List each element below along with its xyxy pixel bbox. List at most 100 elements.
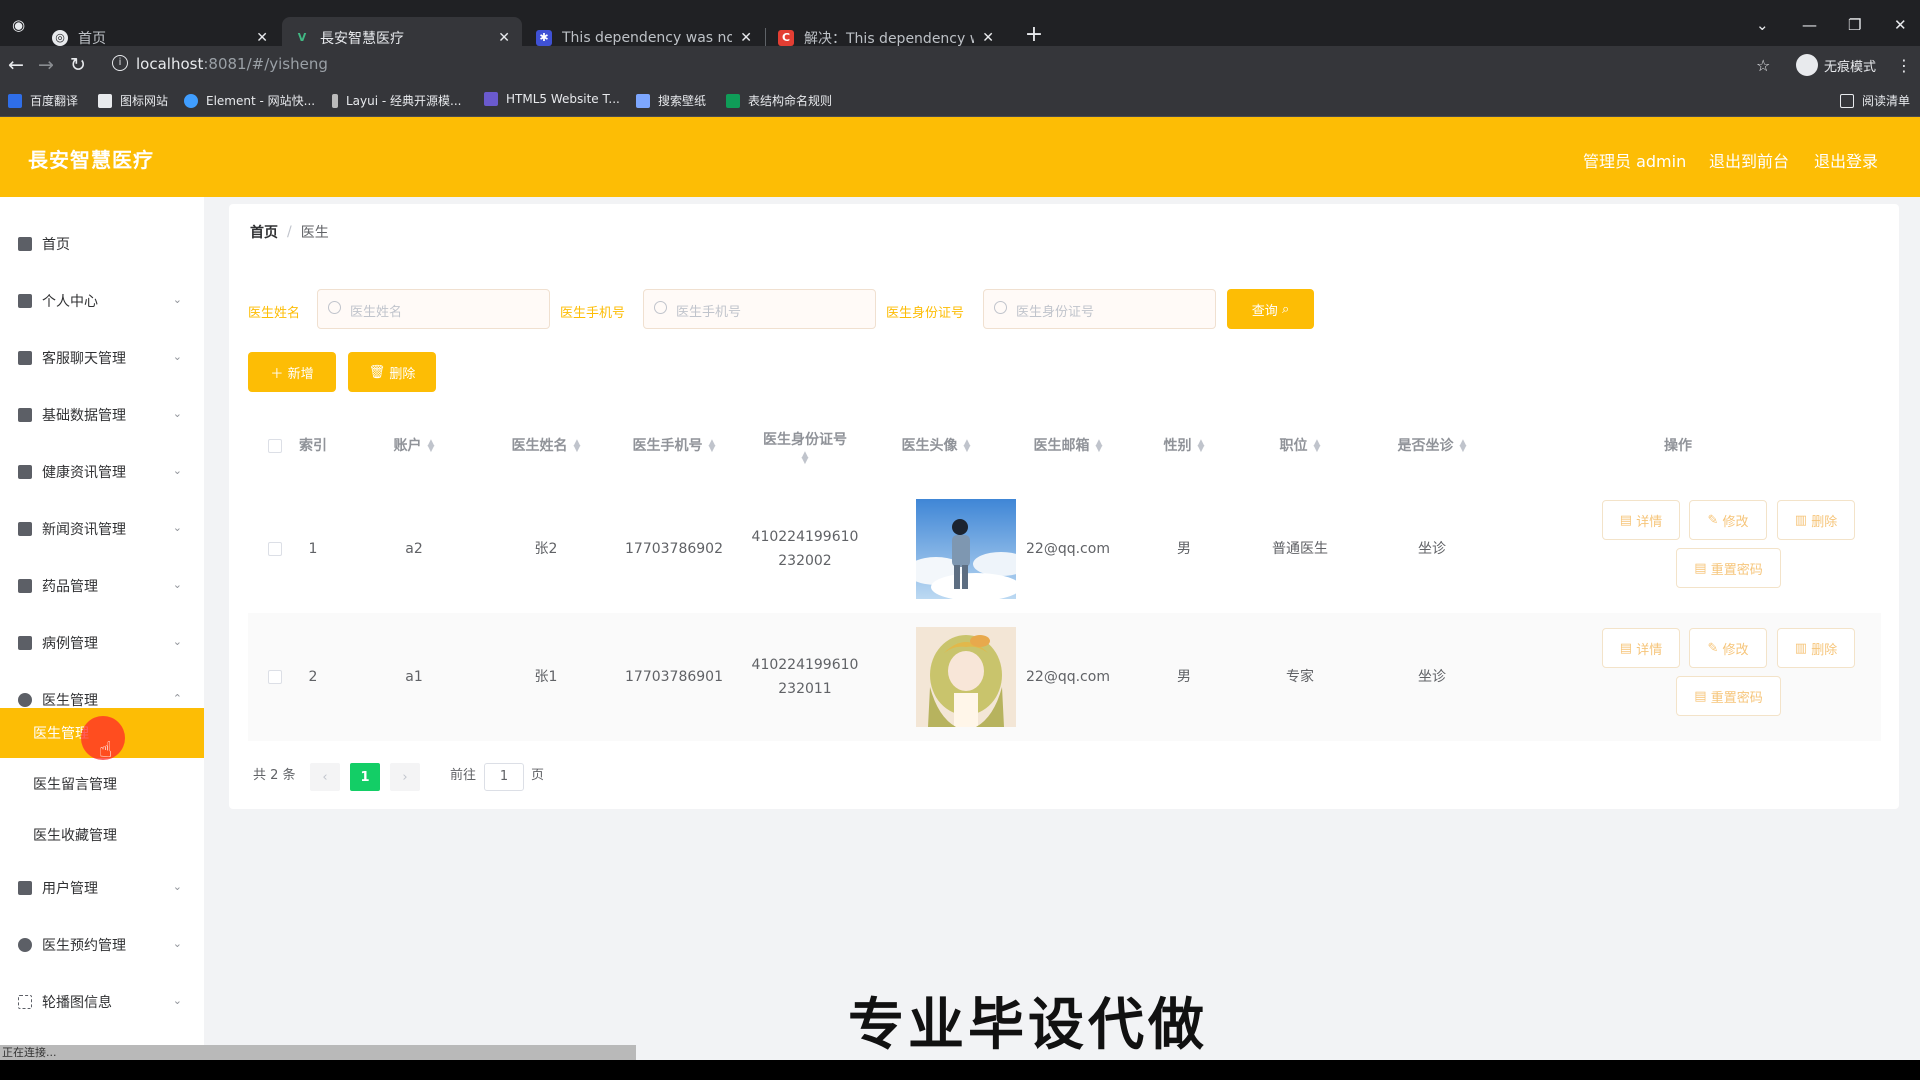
site-info-icon[interactable]: i [112,55,128,71]
edit-button[interactable]: ✎ 修改 [1689,500,1767,540]
sort-icon[interactable]: ▲ ▼ [709,439,716,454]
window-close-icon[interactable]: ✕ [1894,16,1907,34]
col-phone[interactable]: 医生手机号 ▲ ▼ [608,407,740,485]
sidebar-item-users[interactable]: 用户管理 ⌄ [0,868,204,908]
chevron-down-icon: ⌄ [172,464,182,477]
row-checkbox[interactable] [268,670,282,684]
sort-icon[interactable]: ▲ ▼ [1198,439,1205,454]
col-name[interactable]: 医生姓名 ▲ ▼ [480,407,612,485]
cell-account: a2 [405,541,423,557]
prev-page-button[interactable]: ‹ [310,763,340,791]
sidebar-item-carousel[interactable]: 轮播图信息 ⌄ [0,982,204,1022]
chevron-down-icon: ⌄ [172,880,182,893]
logout-link[interactable]: 退出登录 [1814,148,1878,172]
detail-button[interactable]: ▤ 详情 [1602,628,1680,668]
incognito-indicator[interactable]: 无痕模式 [1796,54,1876,76]
bookmark-item[interactable]: 搜索壁纸 [636,92,706,109]
more-menu-icon[interactable]: ⋮ [1896,56,1912,75]
search-id-label: 医生身份证号 [886,306,965,321]
col-gender[interactable]: 性别 ▲ ▼ [1134,407,1234,485]
breadcrumb-home[interactable]: 首页 [250,222,278,242]
table-row: 2 a1 张1 17703786901 410224199610 232011 … [248,613,1881,741]
goto-page-input[interactable]: 1 [484,763,524,791]
sort-icon[interactable]: ▲ ▼ [1460,439,1467,454]
close-icon[interactable]: ✕ [982,30,994,46]
reading-list[interactable]: 阅读清单 [1840,92,1910,109]
browser-status-bar: 正在连接... [0,1045,636,1060]
search-phone-input[interactable]: 医生手机号 [643,289,876,329]
sidebar-item-chat[interactable]: 客服聊天管理 ⌄ [0,338,204,378]
sidebar-subitem-doctor-messages[interactable]: 医生留言管理 [0,759,204,809]
query-button[interactable]: 查询 ⌕ [1227,289,1314,329]
bookmark-item[interactable]: HTML5 Website T... [484,92,620,106]
tab-search-icon[interactable]: ⌄ [1756,16,1769,34]
translate-icon [8,93,22,108]
exit-to-front-link[interactable]: 退出到前台 [1709,148,1789,172]
add-button[interactable]: ＋ 新增 [248,352,336,392]
col-idcard[interactable]: 医生身份证号 ▲ ▼ [740,407,870,485]
sidebar-item-news[interactable]: 新闻资讯管理 ⌄ [0,509,204,549]
image-icon [18,995,32,1009]
page-number-button[interactable]: 1 [350,763,380,791]
cell-onsite: 坐诊 [1418,541,1446,557]
sidebar-item-basic-data[interactable]: 基础数据管理 ⌄ [0,395,204,435]
restore-icon[interactable]: ❐ [1848,16,1861,34]
sort-icon[interactable]: ▲ ▼ [1314,439,1321,454]
sort-icon[interactable]: ▲ ▼ [428,439,435,454]
delete-button[interactable]: ▥ 删除 [1777,500,1855,540]
bookmarks-bar: 百度翻译 图标网站 Element - 网站快... Layui - 经典开源模… [0,84,1920,117]
edit-button[interactable]: ✎ 修改 [1689,628,1767,668]
reset-password-button[interactable]: ▤ 重置密码 [1676,548,1781,588]
forward-icon[interactable]: → [38,54,54,76]
edit-icon: ✎ [1707,640,1719,656]
col-position[interactable]: 职位 ▲ ▼ [1234,407,1366,485]
delete-button[interactable]: ▥ 删除 [1777,628,1855,668]
document-icon: ▤ [1694,688,1707,704]
sort-icon[interactable]: ▲ ▼ [802,451,809,466]
bookmark-item[interactable]: 图标网站 [98,92,168,109]
close-icon[interactable]: ✕ [498,30,510,46]
sort-icon[interactable]: ▲ ▼ [964,439,971,454]
close-icon[interactable]: ✕ [740,30,752,46]
bookmark-item[interactable]: 百度翻译 [8,92,78,109]
minimize-icon[interactable]: — [1802,16,1817,34]
close-icon[interactable]: ✕ [256,30,268,46]
col-account[interactable]: 账户 ▲ ▼ [348,407,480,485]
col-email[interactable]: 医生邮箱 ▲ ▼ [1002,407,1134,485]
batch-delete-button[interactable]: 🗑 删除 [348,352,436,392]
sort-icon[interactable]: ▲ ▼ [1096,439,1103,454]
chevron-down-icon: ⌄ [172,407,182,420]
sidebar-item-health-news[interactable]: 健康资讯管理 ⌄ [0,452,204,492]
col-onsite[interactable]: 是否坐诊 ▲ ▼ [1366,407,1498,485]
detail-button[interactable]: ▤ 详情 [1602,500,1680,540]
reset-password-button[interactable]: ▤ 重置密码 [1676,676,1781,716]
chevron-down-icon: ⌄ [172,994,182,1007]
bookmark-item[interactable]: Layui - 经典开源模... [332,92,461,109]
sidebar-item-medicine[interactable]: 药品管理 ⌄ [0,566,204,606]
search-id-input[interactable]: 医生身份证号 [983,289,1216,329]
sidebar-item-cases[interactable]: 病例管理 ⌄ [0,623,204,663]
next-page-button[interactable]: › [390,763,420,791]
sidebar-item-appointments[interactable]: 医生预约管理 ⌄ [0,925,204,965]
sidebar-item-home[interactable]: 首页 [0,224,204,264]
microphone-icon [18,465,32,479]
select-all-checkbox[interactable] [268,439,282,453]
col-actions: 操作 [1664,438,1692,454]
sidebar-subitem-doctor-favorites[interactable]: 医生收藏管理 [0,810,204,860]
sidebar-item-profile[interactable]: 个人中心 ⌄ [0,281,204,321]
bookmark-star-icon[interactable]: ☆ [1756,56,1770,75]
search-name-input[interactable]: 医生姓名 [317,289,550,329]
url-field[interactable]: localhost:8081/#/yisheng [136,55,328,73]
reload-icon[interactable]: ↻ [70,54,86,76]
back-icon[interactable]: ← [8,54,24,76]
chrome-menu-icon[interactable]: ◉ [12,16,25,34]
row-checkbox[interactable] [268,542,282,556]
sort-icon[interactable]: ▲ ▼ [574,439,581,454]
reading-list-icon [1840,93,1854,108]
bookmark-item[interactable]: Element - 网站快... [184,92,315,109]
users-icon [18,881,32,895]
search-icon [328,301,341,314]
col-avatar[interactable]: 医生头像 ▲ ▼ [870,407,1002,485]
bookmark-item[interactable]: 表结构命名规则 [726,92,832,109]
doctor-avatar-image [916,627,1016,727]
